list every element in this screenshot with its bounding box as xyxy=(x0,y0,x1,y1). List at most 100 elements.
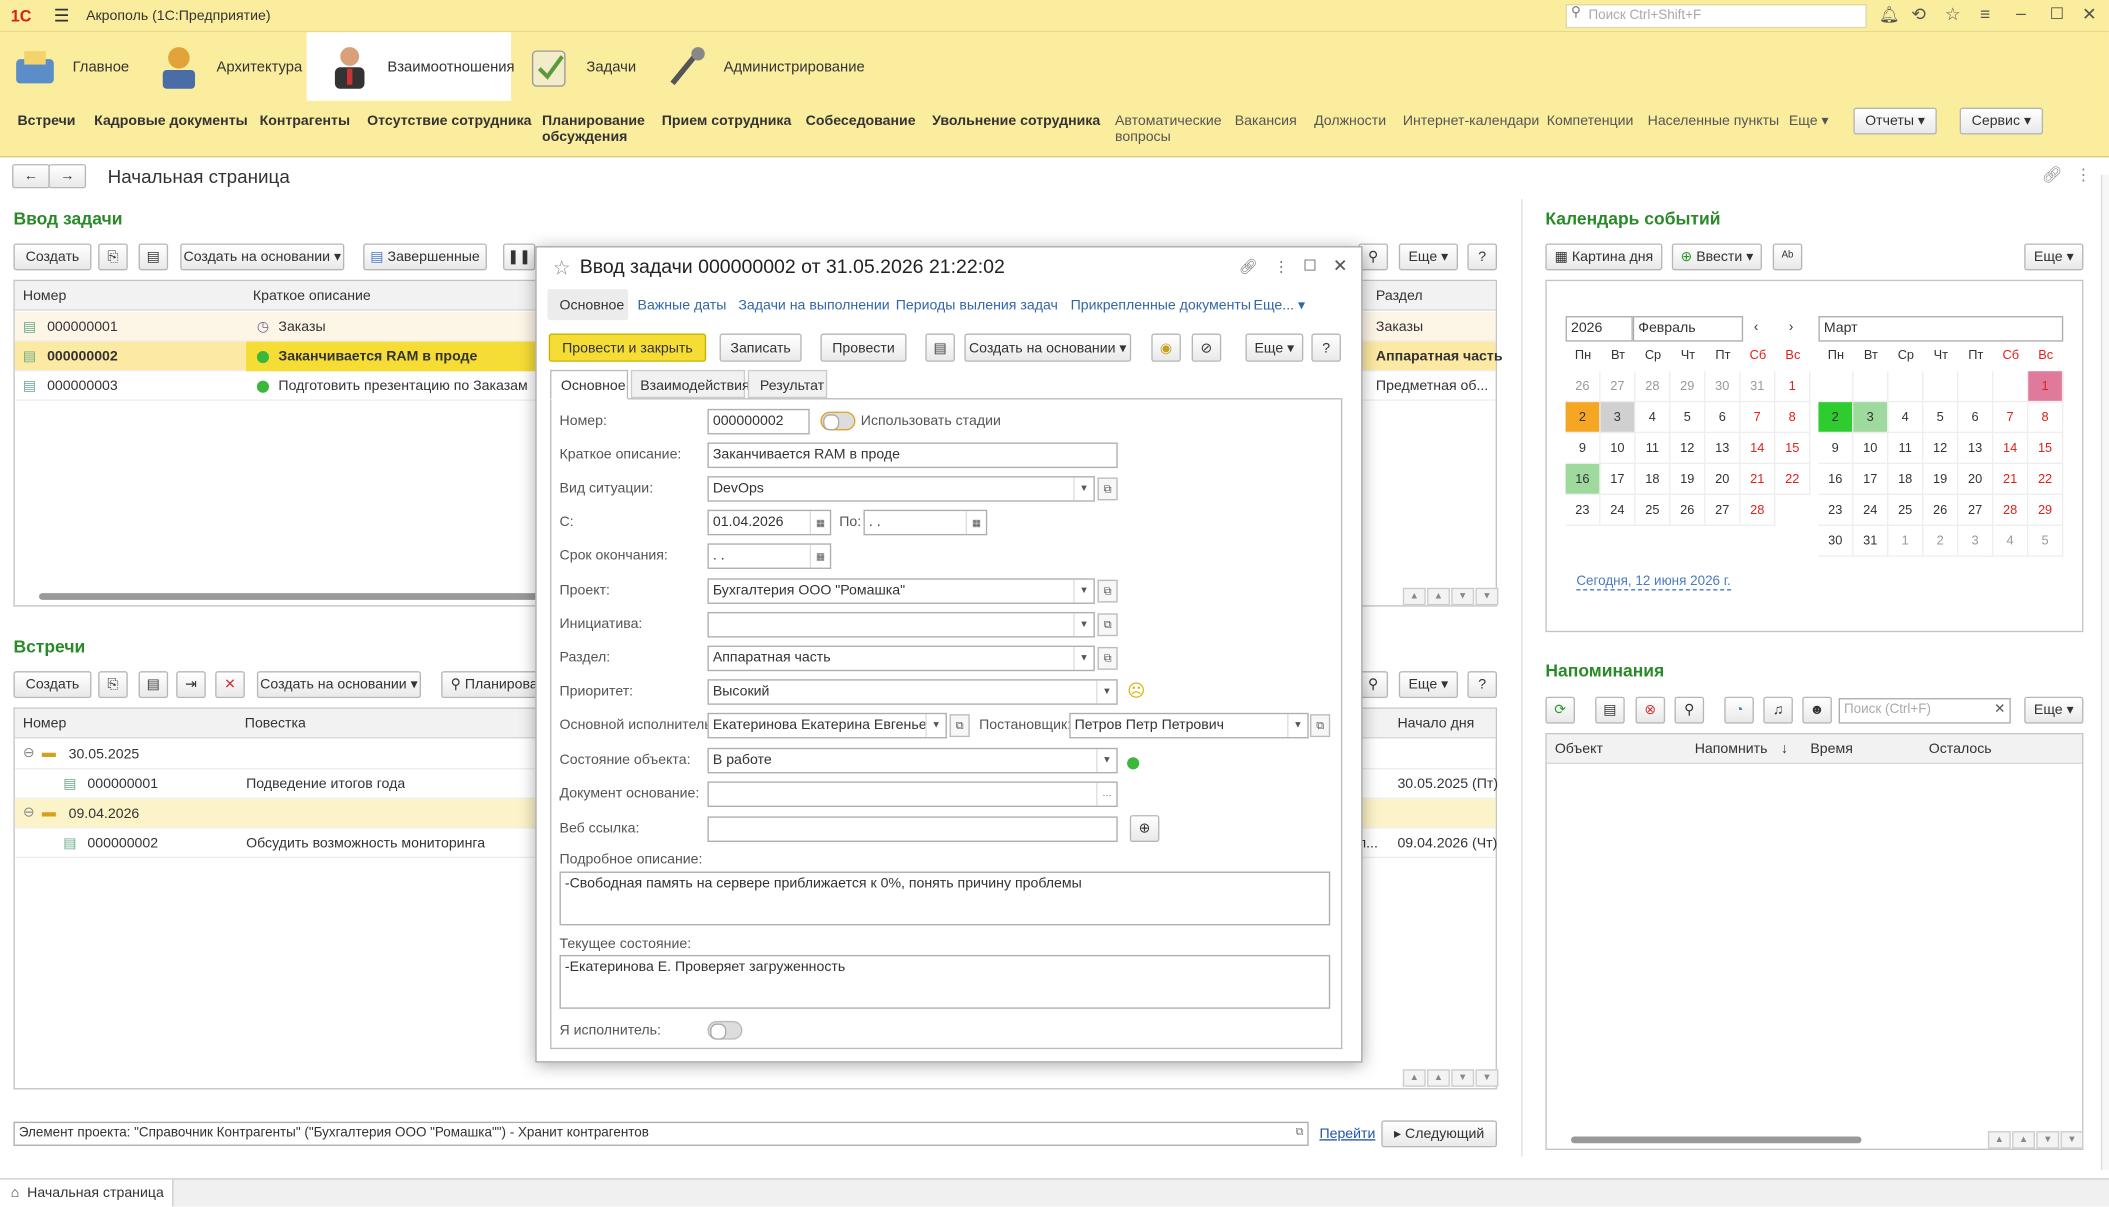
section-tasks[interactable]: Задачи xyxy=(525,32,660,101)
calendar-day[interactable]: 30 xyxy=(1705,371,1741,403)
year-field[interactable]: 2026 xyxy=(1565,316,1633,342)
cmd-localities[interactable]: Населенные пункты xyxy=(1648,113,1780,129)
globe-icon[interactable]: ⊕ xyxy=(1129,815,1160,842)
chevron-down-icon[interactable]: ▼ xyxy=(1096,749,1116,773)
scroll-up-button[interactable]: ▲ xyxy=(2012,1131,2035,1149)
scroll-bottom-button[interactable]: ▼ xyxy=(2060,1131,2084,1149)
calendar-day[interactable] xyxy=(1853,371,1889,403)
attach-icon[interactable]: ⊘ xyxy=(1191,333,1222,362)
spell-icon[interactable]: ᴬᵇ xyxy=(1772,243,1803,271)
iam-executor-toggle[interactable] xyxy=(707,1020,743,1040)
calendar-day[interactable]: 15 xyxy=(1775,433,1811,465)
cmd-hr-docs[interactable]: Кадровые документы xyxy=(94,113,248,129)
subtab-main[interactable]: Основное xyxy=(550,369,629,400)
open-icon[interactable]: ⧉ xyxy=(1097,646,1118,670)
pie-icon[interactable]: ◔ xyxy=(1724,696,1754,724)
calendar-day[interactable]: 29 xyxy=(1670,371,1706,403)
open-icon[interactable]: ⧉ xyxy=(949,714,970,738)
calendar-day[interactable] xyxy=(1993,371,2029,403)
list-icon[interactable]: ▤ xyxy=(138,243,169,271)
calendar-day[interactable]: 24 xyxy=(1853,494,1889,526)
reminders-search-input[interactable]: Поиск (Ctrl+F) ✕ xyxy=(1838,698,2011,724)
bell-reminder-icon[interactable]: ♫ xyxy=(1763,696,1793,724)
calendar-icon[interactable]: ▦ xyxy=(965,511,986,534)
priority-field[interactable]: Высокий ▼ xyxy=(707,679,1118,705)
open-icon[interactable]: ⧉ xyxy=(1097,579,1118,603)
scroll-top-button[interactable]: ▲ xyxy=(1402,1069,1426,1087)
list-icon[interactable]: ▤ xyxy=(925,333,955,362)
meetings-more-button[interactable]: Еще ▾ xyxy=(1398,671,1458,699)
state-field[interactable]: В работе ▼ xyxy=(707,747,1118,774)
section-architecture[interactable]: Архитектура xyxy=(155,32,310,101)
close-icon[interactable]: ✕ xyxy=(2082,4,2097,26)
tasks-search-icon[interactable]: ⚲ xyxy=(1358,243,1389,271)
calendar-day[interactable]: 2 xyxy=(1565,402,1601,434)
export-icon[interactable]: ⇥ xyxy=(176,671,206,699)
calendar-day[interactable]: 4 xyxy=(1635,402,1671,434)
calendar-day[interactable]: 17 xyxy=(1853,464,1889,495)
calendar-day[interactable]: 26 xyxy=(1923,494,1959,526)
calendar-day[interactable]: 1 xyxy=(1888,525,1924,557)
calendar-day[interactable]: 2 xyxy=(1923,525,1959,557)
pause-icon[interactable]: ❚❚ xyxy=(503,243,536,271)
calendar-day[interactable]: 27 xyxy=(1600,371,1636,403)
enter-button[interactable]: ⊕ Ввести ▾ xyxy=(1671,243,1762,271)
calendar-day[interactable]: 20 xyxy=(1958,464,1994,495)
cmd-planning[interactable]: Планирование обсуждения xyxy=(542,113,650,145)
today-link[interactable]: Сегодня, 12 июня 2026 г. xyxy=(1576,574,1731,591)
open-icon[interactable]: ⧉ xyxy=(1097,613,1118,637)
calendar-day[interactable]: 1 xyxy=(2028,371,2064,403)
meetings-create-button[interactable]: Создать xyxy=(13,671,92,699)
reports-button[interactable]: Отчеты ▾ xyxy=(1853,107,1937,135)
calendar-day[interactable]: 10 xyxy=(1600,433,1636,465)
col-agenda[interactable]: Повестка xyxy=(245,716,306,732)
calendar-day[interactable]: 20 xyxy=(1705,464,1741,495)
calendar-day[interactable]: 6 xyxy=(1705,402,1741,434)
calendar-day[interactable]: 3 xyxy=(1958,525,1994,557)
next-month-icon[interactable]: › xyxy=(1789,320,1793,335)
subtab-interactions[interactable]: Взаимодействия xyxy=(630,369,750,399)
clear-icon[interactable]: ✕ xyxy=(1994,702,2005,717)
meetings-help-button[interactable]: ? xyxy=(1467,671,1497,699)
cmd-vacancy[interactable]: Вакансия xyxy=(1235,113,1297,129)
calendar-day[interactable]: 14 xyxy=(1993,433,2029,465)
current-state-textarea[interactable]: -Екатеринова Е. Проверяет загруженность xyxy=(559,954,1331,1009)
calendar-day[interactable]: 29 xyxy=(2028,494,2064,526)
create-based-button[interactable]: Создать на основании ▾ xyxy=(964,333,1132,362)
calendar-day[interactable]: 3 xyxy=(1853,402,1889,434)
collapse-icon[interactable]: ⊖ xyxy=(23,745,35,761)
calendar-day[interactable]: 22 xyxy=(2028,464,2064,495)
section-relations[interactable]: Взаимоотношения xyxy=(306,32,515,101)
refresh-icon[interactable]: ⟳ xyxy=(1545,696,1575,724)
cmd-calendars[interactable]: Интернет-календари xyxy=(1403,113,1539,129)
month-field[interactable]: Февраль xyxy=(1632,316,1744,342)
calendar-day[interactable]: 4 xyxy=(1993,525,2029,557)
list-icon[interactable]: ▤ xyxy=(138,671,169,699)
delete-icon[interactable]: ✕ xyxy=(215,671,245,699)
calendar-day[interactable]: 3 xyxy=(1600,402,1636,434)
calendar-day[interactable]: 15 xyxy=(2028,433,2064,465)
deadline-field[interactable]: . . ▦ xyxy=(707,543,832,569)
initiative-field[interactable]: ▼ xyxy=(707,611,1095,638)
scroll-down-button[interactable]: ▼ xyxy=(1451,587,1475,606)
link-icon[interactable]: 🔗︎ xyxy=(1239,258,1258,276)
tasks-completed-button[interactable]: ▤ Завершенные xyxy=(363,243,487,271)
cmd-interview[interactable]: Собеседование xyxy=(806,113,916,129)
calendar-day[interactable]: 21 xyxy=(1993,464,2029,495)
to-date-field[interactable]: . . ▦ xyxy=(863,509,988,536)
reminders-more-button[interactable]: Еще ▾ xyxy=(2024,696,2084,724)
meetings-create-based-button[interactable]: Создать на основании ▾ xyxy=(256,671,421,699)
calendar-day[interactable]: 18 xyxy=(1888,464,1924,495)
calendar-day[interactable]: 26 xyxy=(1670,494,1706,526)
calendar-day[interactable]: 19 xyxy=(1923,464,1959,495)
calendar-day[interactable]: 31 xyxy=(1740,371,1776,403)
cmd-hiring[interactable]: Прием сотрудника xyxy=(662,113,792,129)
scroll-down-button[interactable]: ▼ xyxy=(2036,1131,2060,1149)
star-icon[interactable]: ☆ xyxy=(553,256,571,280)
web-link-field[interactable] xyxy=(707,816,1118,842)
calendar-day[interactable]: 22 xyxy=(1775,464,1811,495)
cmd-meetings[interactable]: Встречи xyxy=(17,113,75,129)
calendar-day[interactable]: 8 xyxy=(2028,402,2064,434)
cmd-absence[interactable]: Отсутствие сотрудника xyxy=(367,113,531,129)
calendar-day[interactable]: 13 xyxy=(1958,433,1994,465)
